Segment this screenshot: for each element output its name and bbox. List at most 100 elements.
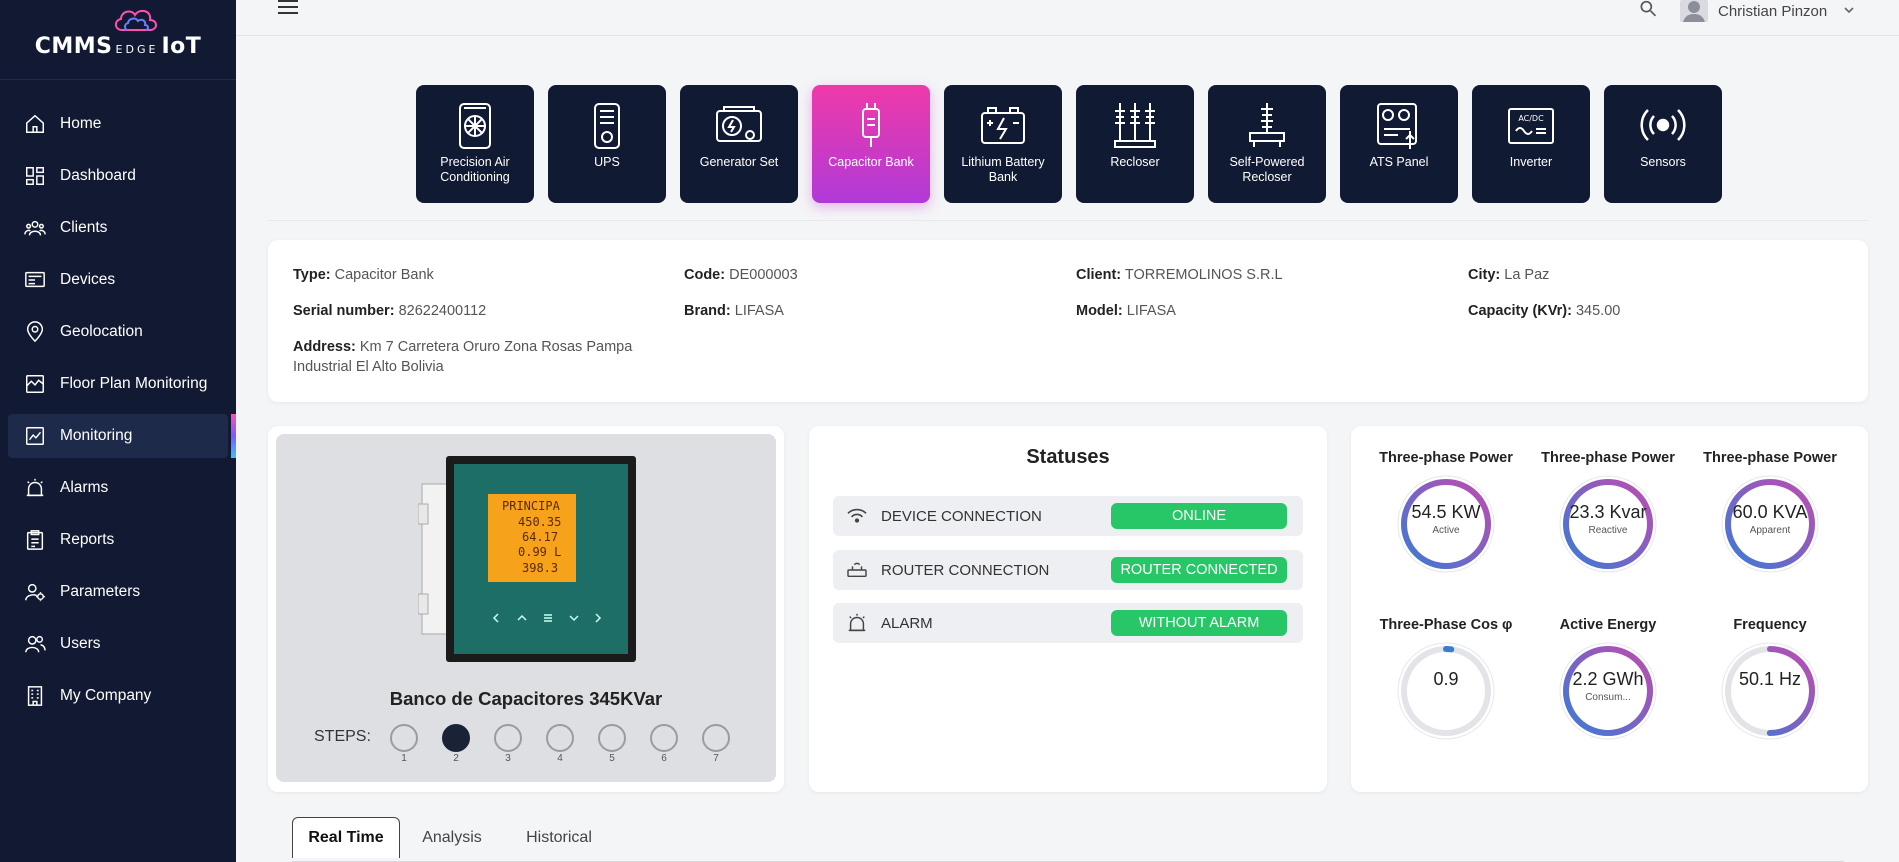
status-row-device-connection: DEVICE CONNECTION ONLINE xyxy=(833,496,1303,536)
tile-label: Self-Powered Recloser xyxy=(1229,155,1305,184)
parameters-icon xyxy=(24,581,46,603)
device-title: Banco de Capacitores 345KVar xyxy=(389,688,663,709)
menu-toggle-icon[interactable] xyxy=(278,0,298,16)
gauge-title: Three-phase Power xyxy=(1703,450,1837,466)
status-row-alarm: ALARM WITHOUT ALARM xyxy=(833,603,1303,643)
tile-label: UPS xyxy=(594,155,620,169)
gauge: Active Energy 2.2 GWh Consum... xyxy=(1533,617,1683,741)
sidebar-item-label: Alarms xyxy=(60,479,109,496)
clients-icon xyxy=(24,217,46,239)
tab-real-time[interactable]: Real Time xyxy=(292,817,400,858)
sidebar-item-home[interactable]: Home xyxy=(8,102,228,146)
sidebar-item-devices[interactable]: Devices xyxy=(8,258,228,302)
ats-panel-icon xyxy=(1377,103,1417,149)
tile-ats-panel[interactable]: ATS Panel xyxy=(1340,85,1458,203)
tile-inverter[interactable]: AC/DC Inverter xyxy=(1472,85,1590,203)
cloud-logo-icon xyxy=(114,9,157,31)
sidebar-item-label: Users xyxy=(60,635,101,652)
tile-label: Recloser xyxy=(1110,155,1160,169)
home-icon xyxy=(24,113,46,135)
brand-logo[interactable]: CMMS EDGE IoT xyxy=(0,0,236,80)
devices-icon xyxy=(24,269,46,291)
gauge-title: Three-phase Power xyxy=(1541,450,1675,466)
gauge-ring xyxy=(1397,475,1495,573)
tile-lithium-battery-bank[interactable]: Lithium Battery Bank xyxy=(944,85,1062,203)
tile-precision-air-conditioning[interactable]: Precision Air Conditioning xyxy=(416,85,534,203)
tile-self-powered-recloser[interactable]: Self-Powered Recloser xyxy=(1208,85,1326,203)
generator-icon xyxy=(716,106,762,142)
gauge-value: 60.0 KVA xyxy=(1732,502,1808,522)
gauge: Three-phase Power 54.5 KW Active xyxy=(1371,450,1521,574)
capacitor-icon xyxy=(862,103,880,147)
recloser-icon xyxy=(1114,103,1156,148)
tile-sensors[interactable]: Sensors xyxy=(1604,85,1722,203)
device-image-box: PRINCIPA 450.35 64.17 0.99 L 398.3 Banco… xyxy=(276,434,776,782)
sidebar-item-label: Dashboard xyxy=(60,167,136,184)
tile-generator-set[interactable]: Generator Set xyxy=(680,85,798,203)
gauge-ring xyxy=(1721,642,1819,740)
sidebar-item-label: Parameters xyxy=(60,583,141,600)
brand-right: IoT xyxy=(161,34,202,59)
tile-capacitor-bank[interactable]: Capacitor Bank xyxy=(812,85,930,203)
gauge-dial: 23.3 Kvar Reactive xyxy=(1558,474,1658,574)
tab-historical[interactable]: Historical xyxy=(504,817,614,858)
gauge-dial: 54.5 KW Active xyxy=(1396,474,1496,574)
gauge-value: 2.2 GWh xyxy=(1572,669,1644,689)
sidebar-item-label: Reports xyxy=(60,531,115,548)
dashboard-icon xyxy=(24,165,46,187)
sidebar-item-parameters[interactable]: Parameters xyxy=(8,570,228,614)
info-brand: Brand: LIFASA xyxy=(684,303,784,319)
location-pin-icon xyxy=(24,321,46,343)
sidebar-nav: Home Dashboard Clients Devices Geolocati… xyxy=(0,102,236,718)
sidebar-item-label: Home xyxy=(60,115,102,132)
router-icon xyxy=(845,561,869,579)
tile-ups[interactable]: UPS xyxy=(548,85,666,203)
gauge-subtitle: Consum... xyxy=(1585,692,1631,703)
sidebar-item-label: Clients xyxy=(60,219,108,236)
tile-recloser[interactable]: Recloser xyxy=(1076,85,1194,203)
tile-label: Inverter xyxy=(1509,155,1553,169)
gauge-ring xyxy=(1397,642,1495,740)
avatar xyxy=(1680,0,1708,22)
brand-left: CMMS xyxy=(34,34,113,59)
tile-label: Capacitor Bank xyxy=(828,155,914,169)
sidebar-item-monitoring[interactable]: Monitoring xyxy=(8,414,236,458)
sensor-icon xyxy=(1640,109,1686,141)
sidebar-item-dashboard[interactable]: Dashboard xyxy=(8,154,228,198)
tile-label: Sensors xyxy=(1640,155,1686,169)
gauge-value: 54.5 KW xyxy=(1411,502,1481,522)
sidebar-item-clients[interactable]: Clients xyxy=(8,206,228,250)
user-name: Christian Pinzon xyxy=(1718,2,1828,20)
info-model: Model: LIFASA xyxy=(1076,303,1176,319)
sidebar-item-my-company[interactable]: My Company xyxy=(8,674,228,718)
statuses-title: Statuses xyxy=(1026,446,1110,468)
status-label: ALARM xyxy=(881,614,933,632)
search-icon[interactable] xyxy=(1638,0,1658,20)
chevron-down-icon[interactable] xyxy=(1843,5,1855,17)
tile-label: Precision Air Conditioning xyxy=(440,155,510,184)
gauge-ring xyxy=(1721,475,1819,573)
gauge-value: 0.9 xyxy=(1433,669,1459,689)
sidebar-item-reports[interactable]: Reports xyxy=(8,518,228,562)
tab-analysis[interactable]: Analysis xyxy=(402,817,502,858)
gauge: Three-phase Power 23.3 Kvar Reactive xyxy=(1533,450,1683,574)
step-indicator: 7 xyxy=(702,724,730,764)
screen-line: 398.3 xyxy=(522,561,558,575)
inverter-icon: AC/DC xyxy=(1508,108,1554,144)
gauge-title: Active Energy xyxy=(1559,617,1657,633)
sidebar-item-label: Floor Plan Monitoring xyxy=(60,375,208,392)
info-type: Type: Capacitor Bank xyxy=(293,267,434,283)
user-menu[interactable]: Christian Pinzon xyxy=(1680,0,1855,22)
status-label: DEVICE CONNECTION xyxy=(881,507,1042,525)
sidebar-item-geolocation[interactable]: Geolocation xyxy=(8,310,228,354)
sidebar-item-alarms[interactable]: Alarms xyxy=(8,466,228,510)
sidebar-item-label: Geolocation xyxy=(60,323,143,340)
statuses-panel: Statuses DEVICE CONNECTION ONLINE ROUTER… xyxy=(809,426,1327,792)
status-row-router-connection: ROUTER CONNECTION ROUTER CONNECTED xyxy=(833,550,1303,590)
step-indicator: 6 xyxy=(650,724,678,764)
gauge-subtitle: Active xyxy=(1432,525,1460,536)
sidebar-item-users[interactable]: Users xyxy=(8,622,228,666)
gauge-title: Three-Phase Cos φ xyxy=(1379,617,1513,633)
sidebar-item-floor-plan-monitoring[interactable]: Floor Plan Monitoring xyxy=(8,362,228,406)
step-indicator: 4 xyxy=(546,724,574,764)
